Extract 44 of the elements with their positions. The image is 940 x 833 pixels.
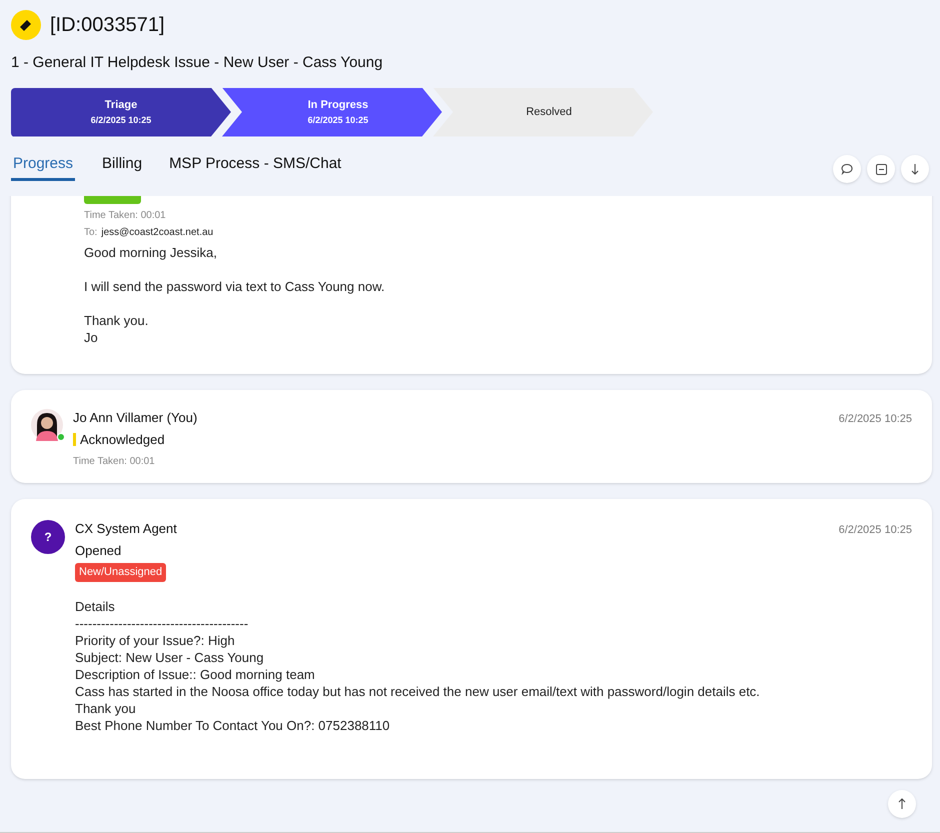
- message-line: Details: [75, 598, 116, 614]
- recipient-email: jess@coast2coast.net.au: [101, 226, 214, 240]
- stage-label: Resolved: [526, 104, 572, 120]
- arrow-down-icon: [911, 163, 919, 175]
- avatar: ?: [31, 520, 65, 554]
- speech-bubble-icon: [841, 163, 853, 175]
- message-line: I will send the password via text to Cass Young now.: [84, 278, 386, 295]
- scroll-to-top-button[interactable]: [888, 790, 916, 818]
- stage-time: 6/2/2025 10:25: [90, 114, 152, 126]
- message-line: Thank you: [75, 700, 137, 716]
- ticket-title: 1 - General IT Helpdesk Issue - New User - Cass Young: [11, 53, 384, 73]
- tab[interactable]: MSP Process - SMS/Chat: [169, 152, 342, 181]
- minus-square-icon: [876, 164, 886, 174]
- avatar: [31, 409, 63, 441]
- scroll-down-button[interactable]: [901, 155, 929, 183]
- entry-date: 6/2/2025 10:25: [838, 523, 912, 538]
- ticket-id: [ID:0033571]: [50, 13, 165, 38]
- entry-date: 6/2/2025 10:25: [838, 412, 912, 427]
- arrow-up-icon: [898, 798, 906, 810]
- stage-time: 6/2/2025 10:25: [308, 114, 368, 126]
- author-name: Jo Ann Villamer (You): [73, 409, 198, 427]
- message-line: Cass has started in the Noosa office today but has not received the new user email/text with password/login details etc.: [75, 682, 761, 700]
- time-taken: Time Taken: 00:01: [84, 209, 167, 223]
- message-line: Best Phone Number To Contact You On?: 0752388110: [75, 716, 391, 734]
- message-line: ----------------------------------------: [75, 614, 250, 632]
- author-name: CX System Agent: [75, 520, 177, 538]
- status-text: Acknowledged: [80, 430, 165, 449]
- tab[interactable]: Billing: [102, 152, 142, 181]
- message-line: Good morning Jessika,: [84, 244, 218, 261]
- collapse-button[interactable]: [867, 155, 895, 183]
- status-text: Opened: [75, 542, 122, 560]
- message-line: Priority of your Issue?: High: [75, 632, 236, 648]
- message-line: Thank you.: [84, 312, 150, 329]
- message-line: Jo: [84, 329, 99, 346]
- recipient-label: To:: [84, 226, 98, 240]
- message-line: Subject: New User - Cass Young: [75, 648, 265, 666]
- comment-button[interactable]: [833, 155, 861, 183]
- ticket-icon: [11, 10, 41, 40]
- tab[interactable]: Progress: [11, 152, 76, 181]
- status-badge: New/Unassigned: [75, 563, 166, 582]
- message-line: Description of Issue:: Good morning team: [75, 666, 316, 682]
- stage-label: In Progress: [308, 98, 368, 113]
- stage-label: Triage: [104, 98, 138, 113]
- time-taken: Time Taken: 00:01: [73, 455, 156, 469]
